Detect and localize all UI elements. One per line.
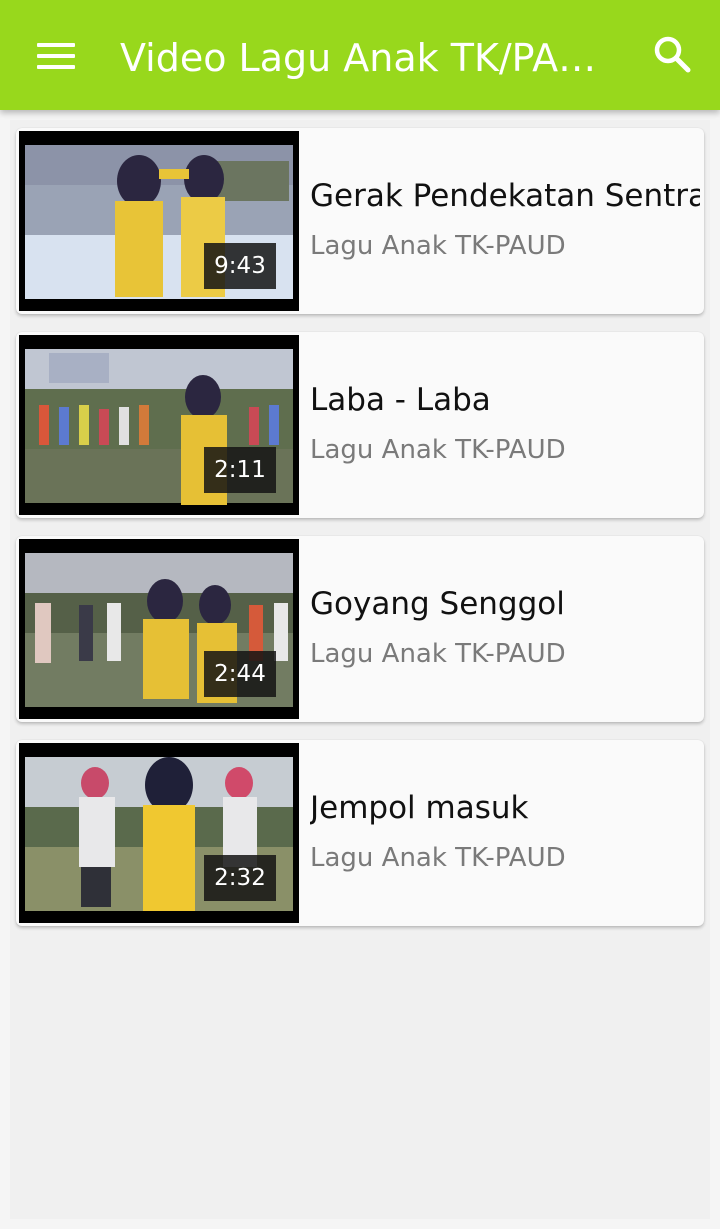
video-title: Laba - Laba <box>310 382 491 418</box>
app-title: Video Lagu Anak TK/PAUD <box>120 36 610 80</box>
video-card[interactable]: 9:43 Gerak Pendekatan Sentra Lagu Anak T… <box>16 128 704 314</box>
video-thumbnail: 2:44 <box>19 539 299 719</box>
duration-badge: 9:43 <box>204 243 276 289</box>
duration-badge: 2:11 <box>204 447 276 493</box>
search-button[interactable] <box>636 18 708 90</box>
video-thumbnail: 9:43 <box>19 131 299 311</box>
duration-badge: 2:44 <box>204 651 276 697</box>
channel-name: Lagu Anak TK-PAUD <box>310 435 566 465</box>
channel-name: Lagu Anak TK-PAUD <box>310 843 566 873</box>
video-thumbnail: 2:11 <box>19 335 299 515</box>
video-card[interactable]: 2:32 Jempol masuk Lagu Anak TK-PAUD <box>16 740 704 926</box>
video-list: 9:43 Gerak Pendekatan Sentra Lagu Anak T… <box>10 120 710 1219</box>
menu-button[interactable] <box>20 20 92 92</box>
video-thumbnail: 2:32 <box>19 743 299 923</box>
video-title: Jempol masuk <box>310 790 529 826</box>
video-title: Gerak Pendekatan Sentra <box>310 178 700 214</box>
app-screen: Video Lagu Anak TK/PAUD 9:43 Gerak Pende… <box>0 0 720 1229</box>
search-icon <box>654 36 691 73</box>
channel-name: Lagu Anak TK-PAUD <box>310 231 566 261</box>
app-bar: Video Lagu Anak TK/PAUD <box>0 0 720 110</box>
duration-badge: 2:32 <box>204 855 276 901</box>
video-title: Goyang Senggol <box>310 586 565 622</box>
video-card[interactable]: 2:44 Goyang Senggol Lagu Anak TK-PAUD <box>16 536 704 722</box>
channel-name: Lagu Anak TK-PAUD <box>310 639 566 669</box>
hamburger-menu-icon <box>37 43 75 69</box>
video-card[interactable]: 2:11 Laba - Laba Lagu Anak TK-PAUD <box>16 332 704 518</box>
